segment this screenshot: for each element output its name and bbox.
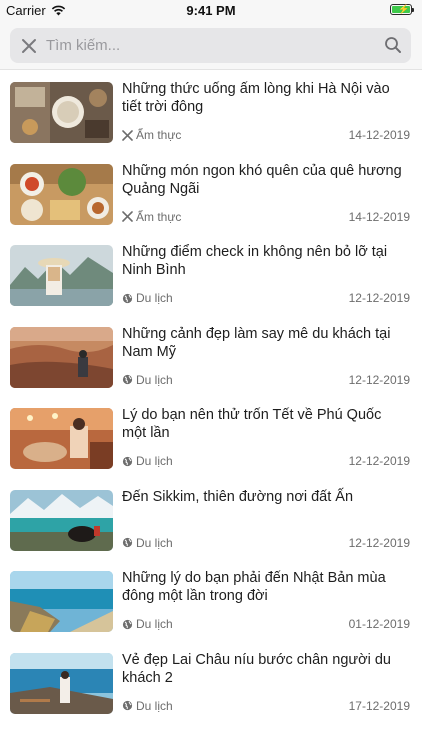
- article-category: Ẩm thực: [122, 128, 181, 142]
- article-date: 01-12-2019: [348, 617, 410, 631]
- utensils-icon: [122, 129, 133, 141]
- article-item[interactable]: Những cảnh đẹp làm say mê du khách tại N…: [0, 316, 422, 398]
- article-item[interactable]: Những món ngon khó quên của quê hương Qu…: [0, 153, 422, 235]
- category-label: Du lịch: [136, 372, 173, 387]
- search-bar: [10, 28, 411, 63]
- globe-icon: [122, 700, 133, 711]
- article-title: Đến Sikkim, thiên đường nơi đất Ấn: [122, 488, 354, 505]
- article-category: Du lịch: [122, 373, 173, 387]
- article-date: 12-12-2019: [348, 291, 410, 305]
- status-time: 9:41 PM: [186, 3, 236, 18]
- article-item[interactable]: Lý do bạn nên thử trốn Tết về Phú Quốc m…: [0, 397, 422, 479]
- article-thumbnail: [10, 489, 113, 551]
- article-category: Du lịch: [122, 291, 173, 305]
- close-icon[interactable]: [20, 37, 38, 55]
- article-category: Du lịch: [122, 454, 173, 468]
- article-category: Du lịch: [122, 536, 173, 550]
- article-category: Du lịch: [122, 617, 173, 631]
- article-thumbnail: [10, 408, 113, 469]
- article-title: Những món ngon khó quên của quê hương Qu…: [122, 162, 402, 197]
- article-item[interactable]: Những lý do bạn phải đến Nhật Bản mùa đô…: [0, 560, 422, 642]
- article-thumbnail: [10, 571, 113, 632]
- article-item[interactable]: Đến Sikkim, thiên đường nơi đất Ấn Du lị…: [0, 479, 422, 561]
- article-category: Ẩm thực: [122, 210, 181, 224]
- category-label: Du lịch: [136, 535, 173, 550]
- article-list: Những thức uống ấm lòng khi Hà Nội vào t…: [0, 71, 422, 723]
- globe-icon: [122, 537, 133, 548]
- search-icon[interactable]: [384, 36, 402, 54]
- article-thumbnail: [10, 245, 113, 306]
- globe-icon: [122, 619, 133, 629]
- article-title: Những cảnh đẹp làm say mê du khách tại N…: [122, 325, 391, 360]
- article-date: 14-12-2019: [348, 209, 410, 224]
- status-bar: Carrier 9:41 PM ⚡: [0, 0, 422, 22]
- globe-icon: [122, 456, 133, 466]
- category-label: Du lịch: [136, 698, 173, 713]
- article-date: 12-12-2019: [348, 535, 410, 550]
- search-input[interactable]: [46, 32, 366, 59]
- article-date: 17-12-2019: [348, 698, 410, 713]
- article-item[interactable]: Những điểm check in không nên bỏ lỡ tại …: [0, 234, 422, 316]
- category-label: Du lịch: [136, 291, 173, 305]
- globe-icon: [122, 374, 133, 385]
- article-title: Những lý do bạn phải đến Nhật Bản mùa đô…: [122, 570, 386, 604]
- article-thumbnail: [10, 652, 113, 714]
- article-title: Vẻ đẹp Lai Châu níu bước chân người du k…: [122, 651, 391, 686]
- article-item[interactable]: Những thức uống ấm lòng khi Hà Nội vào t…: [0, 71, 422, 153]
- article-thumbnail: [10, 326, 113, 388]
- article-item[interactable]: Vẻ đẹp Lai Châu níu bước chân người du k…: [0, 642, 422, 724]
- search-header: [0, 22, 422, 70]
- article-thumbnail: [10, 82, 113, 143]
- article-date: 14-12-2019: [348, 128, 410, 142]
- article-date: 12-12-2019: [348, 372, 410, 387]
- article-title: Lý do bạn nên thử trốn Tết về Phú Quốc m…: [122, 407, 382, 441]
- category-label: Ẩm thực: [136, 128, 182, 142]
- battery-icon: ⚡: [390, 4, 414, 15]
- globe-icon: [122, 293, 133, 303]
- article-title: Những điểm check in không nên bỏ lỡ tại …: [122, 244, 388, 278]
- article-date: 12-12-2019: [348, 454, 410, 468]
- category-label: Du lịch: [136, 617, 173, 631]
- article-category: Du lịch: [122, 699, 173, 713]
- category-label: Ẩm thực: [136, 209, 182, 224]
- article-thumbnail: [10, 163, 113, 225]
- category-label: Du lịch: [136, 454, 173, 468]
- article-title: Những thức uống ấm lòng khi Hà Nội vào t…: [122, 81, 390, 115]
- utensils-icon: [122, 211, 133, 222]
